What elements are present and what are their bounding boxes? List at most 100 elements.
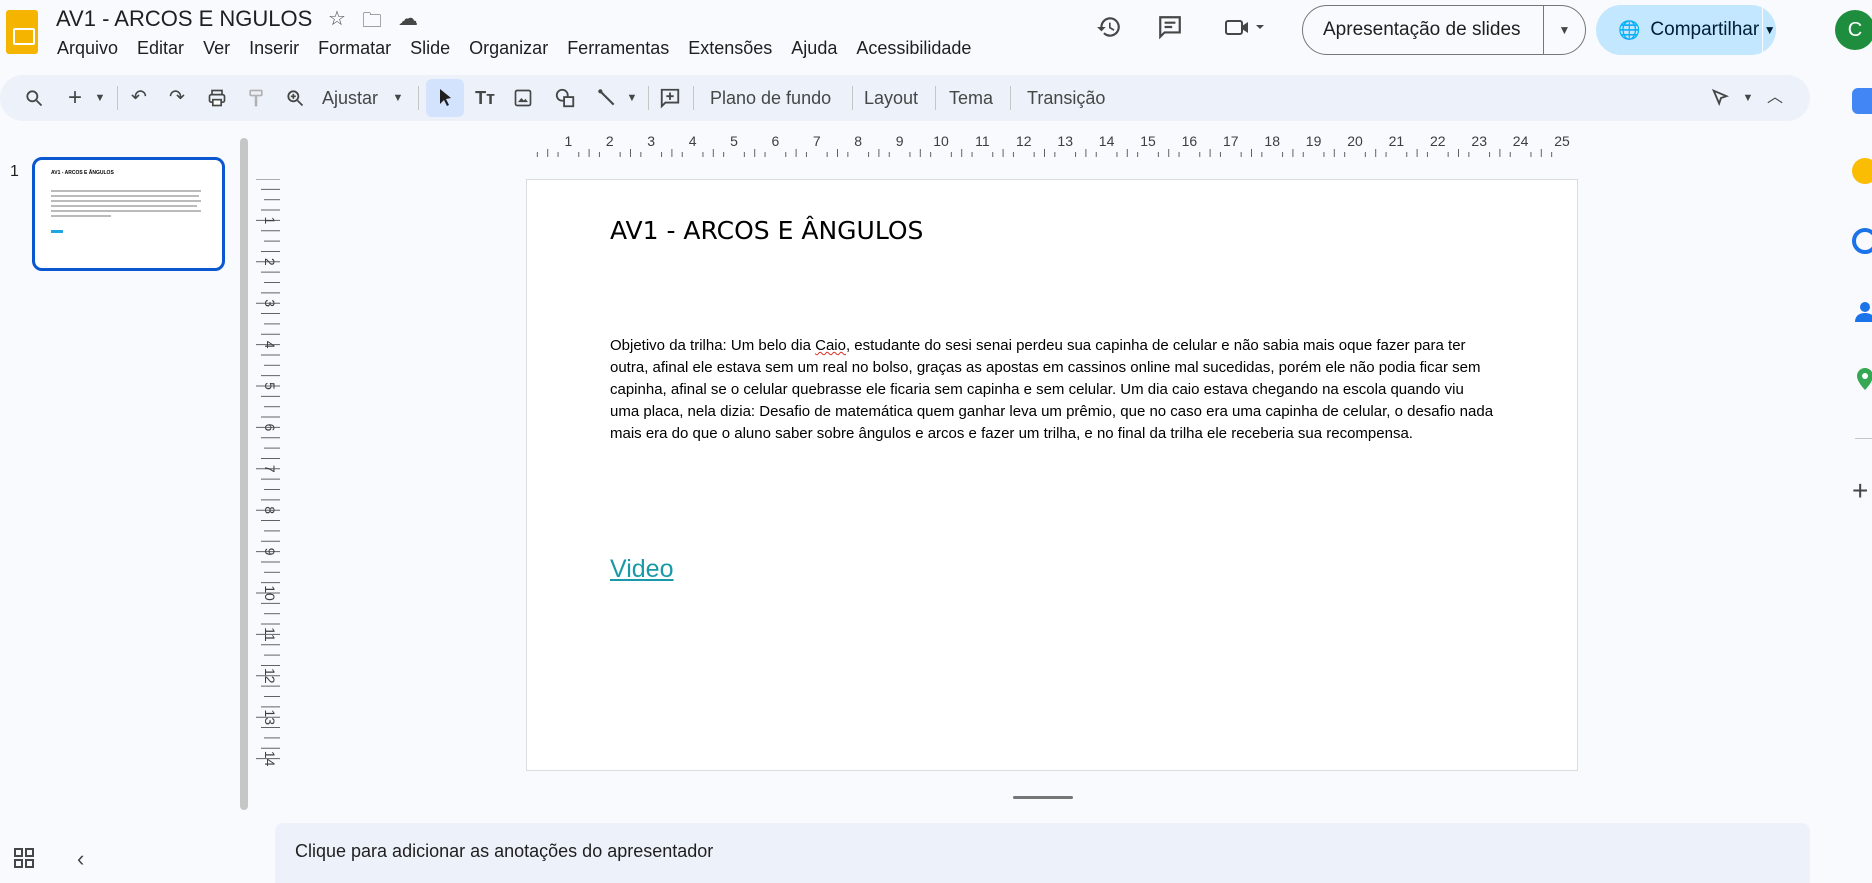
ruler-label: 19: [1306, 133, 1322, 149]
add-addon-icon[interactable]: +: [1852, 475, 1868, 507]
title-icons: ☆ 🗀 ☁: [328, 6, 418, 40]
ruler-label: 8: [262, 506, 278, 514]
tasks-icon[interactable]: [1852, 228, 1872, 254]
zoom-select[interactable]: Ajustar: [322, 75, 378, 121]
header: AV1 - ARCOS E NGULOS ☆ 🗀 ☁ Arquivo Edita…: [0, 0, 1872, 70]
undo-icon[interactable]: ↶: [126, 75, 152, 121]
slideshow-button[interactable]: Apresentação de slides ▼: [1302, 5, 1586, 55]
calendar-icon[interactable]: [1852, 88, 1872, 114]
thumbnail-link: [51, 230, 63, 233]
comments-icon[interactable]: [1152, 14, 1188, 50]
spellcheck-word[interactable]: Caio: [815, 337, 846, 354]
ruler-label: 1: [565, 133, 573, 149]
menu-organizar[interactable]: Organizar: [469, 38, 548, 59]
ruler-label: 4: [689, 133, 697, 149]
menu-acessibilidade[interactable]: Acessibilidade: [856, 38, 971, 59]
collapse-toolbar-icon[interactable]: ︿: [1764, 75, 1786, 121]
contacts-icon[interactable]: [1852, 298, 1872, 324]
toolbar-divider: [648, 86, 649, 110]
ruler-label: 13: [1057, 133, 1073, 149]
theme-button[interactable]: Tema: [949, 75, 993, 121]
zoom-dropdown-icon[interactable]: ▼: [390, 75, 406, 121]
zoom-icon[interactable]: [282, 75, 308, 121]
vertical-ruler[interactable]: 1234567891011121314: [256, 179, 280, 771]
keep-icon[interactable]: [1852, 158, 1872, 184]
ruler-label: 4: [262, 341, 278, 349]
toolbar-divider: [117, 86, 118, 110]
slide-body-text[interactable]: Objetivo da trilha: Um belo dia Caio, es…: [610, 335, 1495, 445]
menu-editar[interactable]: Editar: [137, 38, 184, 59]
filmstrip-scrollbar[interactable]: [240, 138, 248, 810]
menu-ver[interactable]: Ver: [203, 38, 230, 59]
menu-arquivo[interactable]: Arquivo: [57, 38, 118, 59]
menu-slide[interactable]: Slide: [410, 38, 450, 59]
transition-button[interactable]: Transição: [1027, 75, 1105, 121]
slide-title[interactable]: AV1 - ARCOS E ÂNGULOS: [610, 216, 923, 245]
toolbar-divider: [935, 86, 936, 110]
share-dropdown-icon[interactable]: ▼: [1763, 23, 1776, 37]
ruler-label: 10: [262, 585, 278, 601]
ruler-label: 25: [1554, 133, 1570, 149]
side-panel-divider: [1855, 438, 1872, 439]
new-slide-icon[interactable]: +: [62, 75, 88, 121]
shape-icon[interactable]: [551, 75, 579, 121]
ruler-label: 3: [647, 133, 655, 149]
ruler-label: 6: [772, 133, 780, 149]
toolbar-divider: [693, 86, 694, 110]
ruler-label: 7: [262, 465, 278, 473]
paint-format-icon[interactable]: [243, 75, 269, 121]
layout-button[interactable]: Layout: [864, 75, 918, 121]
ruler-label: 3: [262, 299, 278, 307]
ruler-label: 5: [262, 382, 278, 390]
thumbnail-title: AV1 - ARCOS E ÂNGULOS: [51, 170, 114, 176]
ruler-label: 10: [933, 133, 949, 149]
cloud-status-icon[interactable]: ☁: [398, 6, 418, 40]
ruler-label: 23: [1471, 133, 1487, 149]
line-icon[interactable]: [594, 75, 620, 121]
menu-ajuda[interactable]: Ajuda: [791, 38, 837, 59]
move-folder-icon[interactable]: 🗀: [362, 6, 382, 40]
image-icon[interactable]: [510, 75, 536, 121]
body-text-start: Objetivo da trilha: Um belo dia: [610, 337, 816, 354]
grid-view-icon[interactable]: [14, 848, 34, 874]
document-title[interactable]: AV1 - ARCOS E NGULOS: [56, 6, 312, 32]
line-dropdown-icon[interactable]: ▼: [624, 75, 640, 121]
ruler-label: 5: [730, 133, 738, 149]
video-link[interactable]: Video: [610, 555, 674, 584]
pen-mode-dropdown-icon[interactable]: ▼: [1740, 75, 1756, 121]
slide-canvas[interactable]: AV1 - ARCOS E ÂNGULOS Objetivo da trilha…: [526, 179, 1578, 771]
pen-mode-icon[interactable]: [1708, 75, 1734, 121]
slideshow-dropdown-icon[interactable]: ▼: [1544, 23, 1585, 37]
notes-resize-handle[interactable]: [1013, 796, 1073, 799]
toolbar-divider: [418, 86, 419, 110]
menu-formatar[interactable]: Formatar: [318, 38, 391, 59]
slide-thumbnail[interactable]: AV1 - ARCOS E ÂNGULOS: [32, 157, 225, 271]
avatar[interactable]: C: [1835, 10, 1872, 50]
background-button[interactable]: Plano de fundo: [710, 75, 831, 121]
maps-icon[interactable]: [1852, 366, 1872, 392]
select-tool[interactable]: [426, 79, 464, 117]
meet-icon[interactable]: [1220, 14, 1270, 50]
print-icon[interactable]: [204, 75, 230, 121]
speaker-notes[interactable]: Clique para adicionar as anotações do ap…: [275, 823, 1810, 883]
add-comment-icon[interactable]: [656, 75, 684, 121]
menu-inserir[interactable]: Inserir: [249, 38, 299, 59]
collapse-filmstrip-icon[interactable]: ‹: [77, 846, 84, 872]
new-slide-dropdown-icon[interactable]: ▼: [92, 75, 108, 121]
ruler-label: 9: [262, 548, 278, 556]
ruler-label: 13: [262, 709, 278, 725]
version-history-icon[interactable]: [1091, 14, 1127, 50]
ruler-label: 18: [1264, 133, 1280, 149]
share-button[interactable]: 🌐 Compartilhar ▼: [1596, 5, 1776, 55]
menu-extensoes[interactable]: Extensões: [688, 38, 772, 59]
text-box-icon[interactable]: Tт: [470, 75, 500, 121]
slides-logo-icon[interactable]: [6, 10, 38, 54]
redo-icon[interactable]: ↷: [164, 75, 190, 121]
thumbnail-body: [51, 190, 201, 220]
toolbar-divider: [852, 86, 853, 110]
star-icon[interactable]: ☆: [328, 6, 346, 40]
menu-ferramentas[interactable]: Ferramentas: [567, 38, 669, 59]
ruler-label: 21: [1389, 133, 1405, 149]
horizontal-ruler[interactable]: 1 2 3 4 5 6 7 8 9 10 11 12 13 14 15 16 17 18 19 20 21 22 23 24 2…: [527, 133, 1579, 157]
search-menu-icon[interactable]: [18, 75, 50, 121]
